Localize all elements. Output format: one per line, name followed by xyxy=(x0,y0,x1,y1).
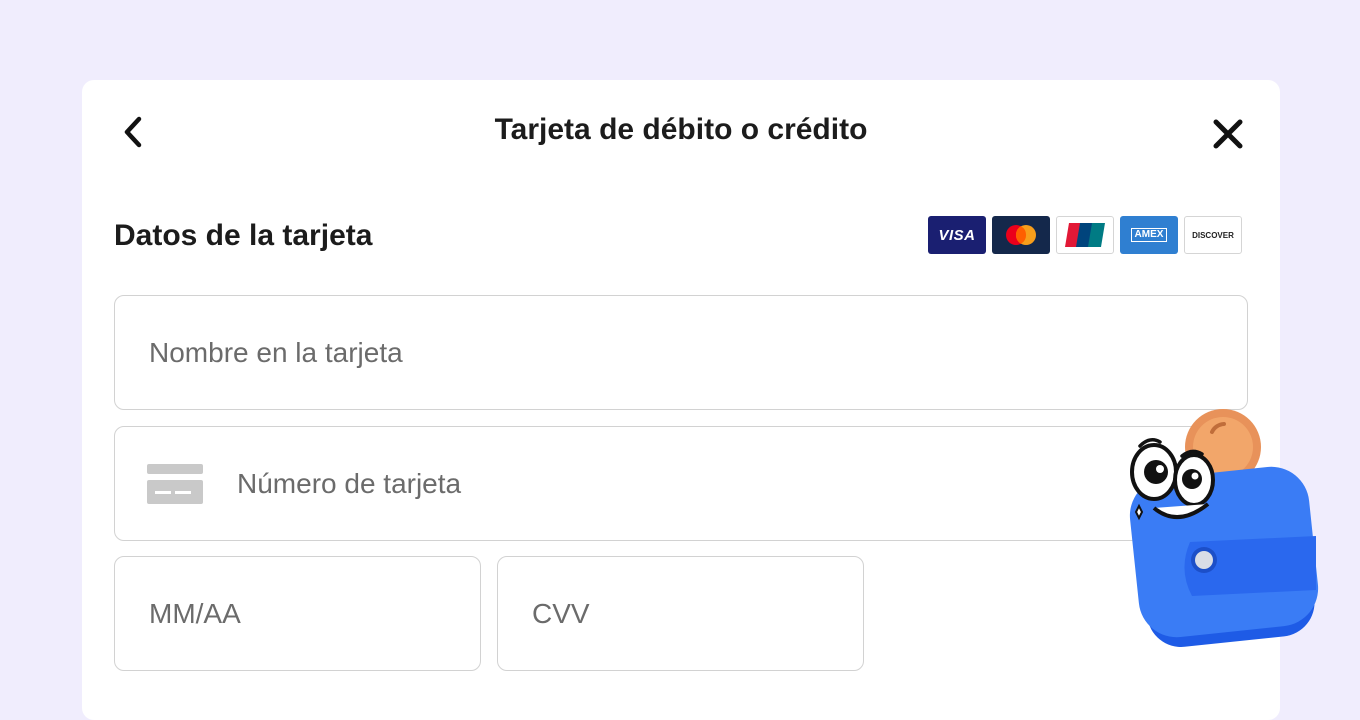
visa-logo: VISA xyxy=(928,216,986,254)
credit-card-icon xyxy=(147,463,203,504)
amex-logo: AMEX xyxy=(1120,216,1178,254)
section-title: Datos de la tarjeta xyxy=(114,219,373,252)
close-button[interactable] xyxy=(1206,112,1250,156)
payment-modal: Tarjeta de débito o crédito Datos de la … xyxy=(82,80,1280,720)
discover-logo: DISCOVER xyxy=(1184,216,1242,254)
close-icon xyxy=(1213,119,1243,149)
expiry-field[interactable] xyxy=(114,556,481,671)
card-number-input[interactable] xyxy=(235,426,1247,541)
expiry-input[interactable] xyxy=(147,556,480,671)
mastercard-logo xyxy=(992,216,1050,254)
modal-title: Tarjeta de débito o crédito xyxy=(494,113,868,146)
card-name-field[interactable] xyxy=(114,295,1248,410)
unionpay-logo xyxy=(1056,216,1114,254)
cvv-field[interactable] xyxy=(497,556,864,671)
wallet-mascot-icon xyxy=(1129,409,1319,647)
cvv-input[interactable] xyxy=(530,556,863,671)
card-brands: VISA AMEX DISCOVER xyxy=(928,216,1242,254)
card-name-input[interactable] xyxy=(147,295,1247,410)
amex-label: AMEX xyxy=(1130,228,1168,242)
card-number-field[interactable] xyxy=(114,426,1248,541)
